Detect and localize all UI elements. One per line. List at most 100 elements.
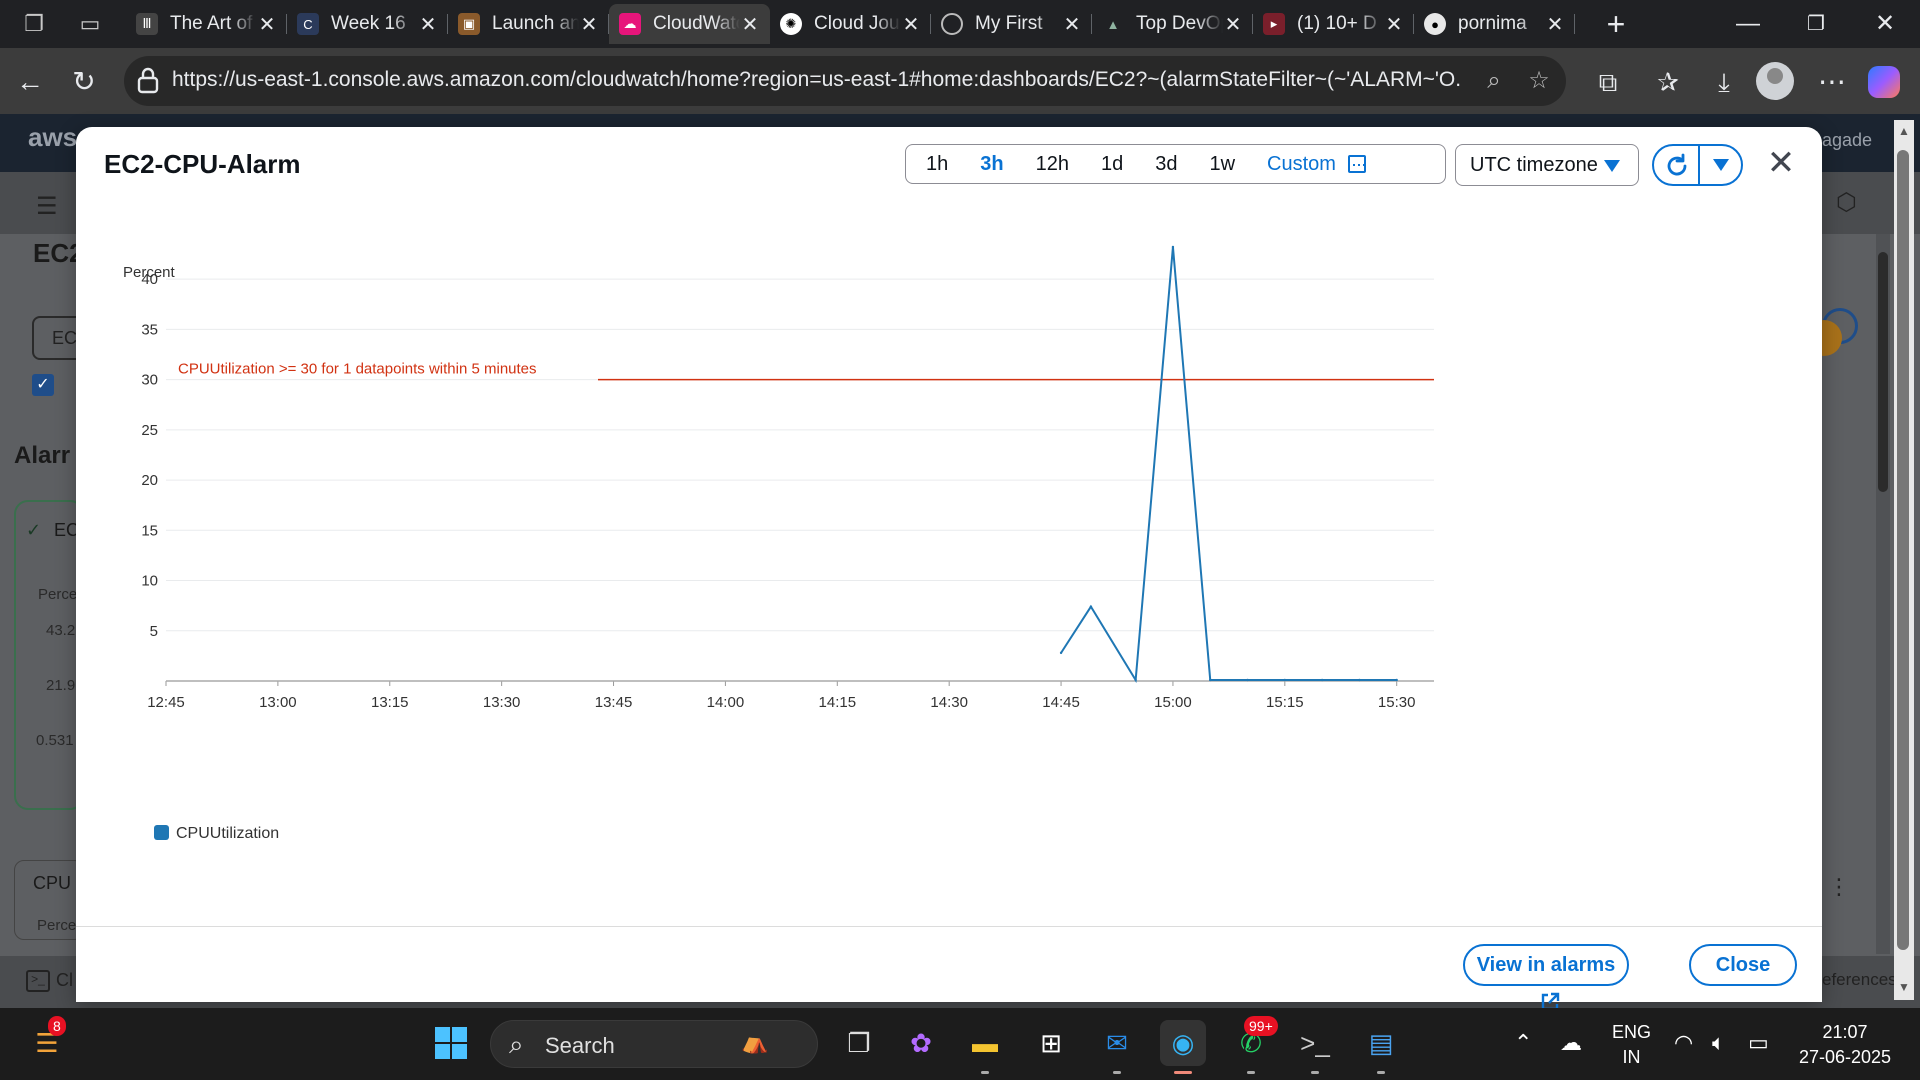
refresh-button-group <box>1652 144 1743 186</box>
time-range-12h[interactable]: 12h <box>1024 145 1081 183</box>
copilot-app-icon[interactable]: ✿ <box>898 1020 944 1066</box>
tab-cloudwatch[interactable]: ☁ CloudWatch ✕ <box>609 4 770 44</box>
scroll-up-icon[interactable]: ▲ <box>1898 124 1910 138</box>
tab-actions-icon[interactable]: ▭ <box>76 10 104 38</box>
close-icon[interactable]: ✕ <box>418 12 438 37</box>
task-view-icon[interactable]: ❐ <box>836 1020 882 1066</box>
tab-title: The Art of <box>170 13 253 34</box>
copilot-icon[interactable] <box>1868 66 1900 98</box>
tab-week-16[interactable]: C Week 16 ✕ <box>287 4 448 44</box>
address-bar[interactable]: https://us-east-1.console.aws.amazon.com… <box>124 56 1566 106</box>
bg-section-title: Alarr <box>14 442 71 469</box>
tab-top-devops[interactable]: ▲ Top DevOps ✕ <box>1092 4 1253 44</box>
cloudshell-label: Cl <box>56 970 73 990</box>
close-icon[interactable]: ✕ <box>257 12 277 37</box>
data-point <box>1358 678 1361 682</box>
tab-cloud-journey[interactable]: ✺ Cloud Journey ✕ <box>770 4 931 44</box>
zoom-icon[interactable]: ⌕ <box>1479 66 1509 96</box>
scroll-down-icon[interactable]: ▼ <box>1898 980 1910 994</box>
cloudshell-icon: >_ <box>26 970 50 992</box>
start-icon[interactable] <box>428 1020 474 1066</box>
x-tick-label: 15:30 <box>1378 694 1416 711</box>
store-icon[interactable]: ⊞ <box>1028 1020 1074 1066</box>
data-point <box>1089 605 1093 608</box>
time-range-custom[interactable]: Custom <box>1255 145 1378 183</box>
x-tick-label: 14:30 <box>930 694 968 711</box>
close-icon[interactable]: ✕ <box>579 12 599 37</box>
x-tick-label: 15:00 <box>1154 694 1192 711</box>
extensions-icon[interactable]: ⧉ <box>1588 62 1628 102</box>
youtube-icon: ▸ <box>1263 13 1285 35</box>
time-range-1w[interactable]: 1w <box>1197 145 1247 183</box>
restore-icon[interactable]: ❐ <box>1786 6 1846 42</box>
close-icon[interactable]: ✕ <box>1062 12 1082 37</box>
tab-youtube[interactable]: ▸ (1) 10+ D ✕ <box>1253 4 1414 44</box>
downloads-icon[interactable]: ⤓ <box>1704 62 1744 102</box>
time-range-1d[interactable]: 1d <box>1089 145 1135 183</box>
close-button[interactable]: Close <box>1689 944 1797 986</box>
refresh-options-icon[interactable] <box>1713 159 1729 171</box>
profile-avatar[interactable] <box>1756 62 1794 100</box>
time-range-1h[interactable]: 1h <box>914 145 960 183</box>
tab-launch[interactable]: ▣ Launch an ✕ <box>448 4 609 44</box>
file-explorer-icon[interactable]: ▬ <box>962 1020 1008 1074</box>
edge-icon[interactable]: ◉ <box>1160 1020 1206 1074</box>
tab-title: CloudWatch <box>653 13 740 34</box>
page-scrollbar[interactable]: ▲ ▼ <box>1894 120 1914 1000</box>
close-icon[interactable]: ✕ <box>1223 12 1243 37</box>
back-icon[interactable]: ← <box>10 62 50 102</box>
custom-label: Custom <box>1267 153 1336 175</box>
minimize-icon[interactable]: — <box>1718 6 1778 42</box>
tab-github[interactable]: ● pornima ✕ <box>1414 4 1575 44</box>
notepad-icon[interactable]: ▤ <box>1358 1020 1404 1074</box>
volume-icon[interactable]: 🔈︎ <box>1712 1030 1725 1056</box>
refresh-icon[interactable] <box>1664 153 1690 179</box>
lock-icon[interactable] <box>134 65 162 95</box>
cpu-utilization-chart: Percent 510152025303540 12:45 13:00 13:15 1… <box>123 245 1434 842</box>
language-indicator[interactable]: ENG IN <box>1612 1022 1651 1068</box>
close-icon[interactable]: ✕ <box>901 12 921 37</box>
reload-icon[interactable]: ↻ <box>64 62 104 102</box>
url-text[interactable]: https://us-east-1.console.aws.amazon.com… <box>172 68 1462 92</box>
refresh-divider <box>1698 146 1700 184</box>
aws-logo: aws <box>28 122 78 152</box>
clock[interactable]: 21:07 27-06-2025 <box>1790 1022 1900 1068</box>
y-tick-label: 20 <box>141 472 158 489</box>
github-icon: ● <box>1424 13 1446 35</box>
ec2-icon: ▣ <box>458 13 480 35</box>
time-range-3d[interactable]: 3d <box>1143 145 1189 183</box>
legend-label[interactable]: CPUUtilization <box>176 825 279 842</box>
window-close-icon[interactable]: ✕ <box>1855 6 1915 42</box>
close-icon[interactable]: ✕ <box>1384 12 1404 37</box>
favorites-icon[interactable]: ✰ <box>1648 62 1688 102</box>
tab-my-first[interactable]: My First ✕ <box>931 4 1092 44</box>
more-menu-icon[interactable]: ⋯ <box>1812 62 1852 102</box>
openai-icon: ✺ <box>780 13 802 35</box>
page-scroll-thumb[interactable] <box>1897 150 1909 950</box>
favorite-star-icon[interactable]: ☆ <box>1524 66 1554 96</box>
close-icon[interactable]: ✕ <box>740 12 760 37</box>
onedrive-icon[interactable]: ☁ <box>1560 1030 1582 1056</box>
terminal-icon[interactable]: >_ <box>1292 1020 1338 1074</box>
time-range-3h[interactable]: 3h <box>968 145 1015 183</box>
view-in-alarms-button[interactable]: View in alarms <box>1463 944 1629 1011</box>
tab-the-art[interactable]: Ⅲ The Art of ✕ <box>126 4 287 44</box>
running-indicator <box>1247 1071 1255 1074</box>
timezone-select[interactable]: UTC timezone <box>1455 144 1639 186</box>
site-icon: C <box>297 13 319 35</box>
outlook-icon[interactable]: ✉ <box>1094 1020 1140 1074</box>
tray-overflow-icon[interactable]: ⌃ <box>1514 1030 1532 1056</box>
wifi-icon[interactable]: ◠ <box>1674 1030 1693 1056</box>
x-tick-label: 14:15 <box>819 694 857 711</box>
bg-inner-scrollbar <box>1876 234 1890 954</box>
upgrade-link: agade <box>1822 130 1873 150</box>
modal-close-icon[interactable]: ✕ <box>1763 145 1799 181</box>
battery-icon[interactable]: ▭ <box>1748 1030 1769 1056</box>
mountain-icon: ▲ <box>1106 16 1120 32</box>
tab-strip: Ⅲ The Art of ✕ C Week 16 ✕ ▣ Launch an ✕… <box>126 4 1575 44</box>
taskbar-search[interactable]: ⌕ Search ⛺ <box>490 1020 818 1068</box>
legend-swatch[interactable] <box>154 825 169 840</box>
close-icon[interactable]: ✕ <box>1545 12 1565 37</box>
new-tab-icon[interactable]: + <box>1598 6 1634 42</box>
workspaces-icon[interactable]: ❐ <box>20 10 48 38</box>
